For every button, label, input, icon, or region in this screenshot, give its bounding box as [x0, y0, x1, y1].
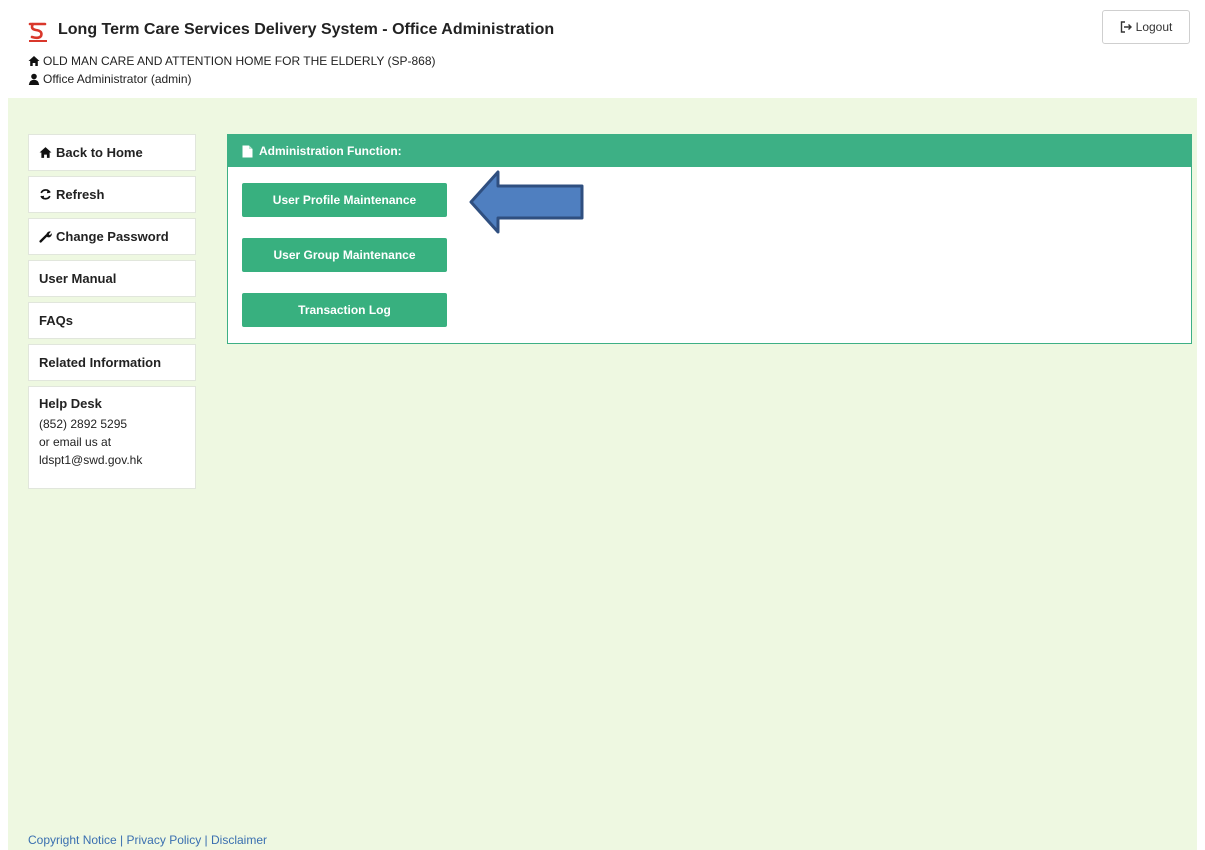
disclaimer-link[interactable]: Disclaimer	[211, 833, 267, 847]
app-title: Long Term Care Services Delivery System …	[58, 21, 555, 38]
footer: Copyright Notice | Privacy Policy | Disc…	[28, 833, 267, 847]
logout-icon	[1120, 21, 1132, 33]
sidebar-item-label: Back to Home	[56, 145, 143, 160]
sidebar-item-user-manual[interactable]: User Manual	[28, 260, 196, 297]
sidebar-item-label: Related Information	[39, 355, 162, 370]
logout-button[interactable]: Logout	[1102, 10, 1190, 44]
logout-label: Logout	[1135, 20, 1173, 34]
sidebar-item-back-to-home[interactable]: Back to Home	[28, 134, 196, 171]
sidebar-item-refresh[interactable]: Refresh	[28, 176, 196, 213]
organization-name: OLD MAN CARE AND ATTENTION HOME FOR THE …	[43, 54, 436, 68]
help-desk-email[interactable]: ldspt1@swd.gov.hk	[39, 451, 185, 469]
sidebar-item-faqs[interactable]: FAQs	[28, 302, 196, 339]
refresh-icon	[40, 189, 51, 200]
organization-line: OLD MAN CARE AND ATTENTION HOME FOR THE …	[28, 54, 436, 68]
footer-separator: |	[201, 833, 211, 847]
home-icon	[28, 56, 40, 66]
help-desk-email-prefix: or email us at	[39, 435, 112, 449]
user-profile-maintenance-button[interactable]: User Profile Maintenance	[242, 183, 447, 217]
user-group-maintenance-button[interactable]: User Group Maintenance	[242, 238, 447, 272]
user-icon	[28, 73, 40, 85]
help-desk-box: Help Desk (852) 2892 5295 or email us at…	[28, 386, 196, 489]
footer-separator: |	[116, 833, 127, 847]
sidebar-item-label: FAQs	[39, 313, 73, 328]
document-icon	[242, 145, 253, 157]
copyright-notice-link[interactable]: Copyright Notice	[28, 833, 117, 847]
sidebar-item-label: Change Password	[56, 229, 169, 244]
panel-header: Administration Function:	[228, 135, 1191, 167]
privacy-policy-link[interactable]: Privacy Policy	[127, 833, 202, 847]
user-line: Office Administrator (admin)	[28, 72, 192, 86]
administration-panel: Administration Function: User Profile Ma…	[227, 134, 1192, 344]
help-desk-phone: (852) 2892 5295	[39, 417, 128, 431]
header: Long Term Care Services Delivery System …	[0, 0, 1205, 98]
sidebar-item-label: User Manual	[39, 271, 117, 286]
sidebar-item-related-information[interactable]: Related Information	[28, 344, 196, 381]
logo-icon	[28, 22, 47, 42]
help-desk-title: Help Desk	[39, 396, 102, 411]
sidebar-item-change-password[interactable]: Change Password	[28, 218, 196, 255]
user-name: Office Administrator (admin)	[43, 72, 192, 86]
home-icon	[39, 147, 52, 158]
transaction-log-button[interactable]: Transaction Log	[242, 293, 447, 327]
wrench-icon	[39, 231, 52, 243]
panel-title: Administration Function:	[259, 144, 402, 158]
annotation-arrow-icon	[469, 170, 584, 234]
sidebar-item-label: Refresh	[56, 187, 105, 202]
